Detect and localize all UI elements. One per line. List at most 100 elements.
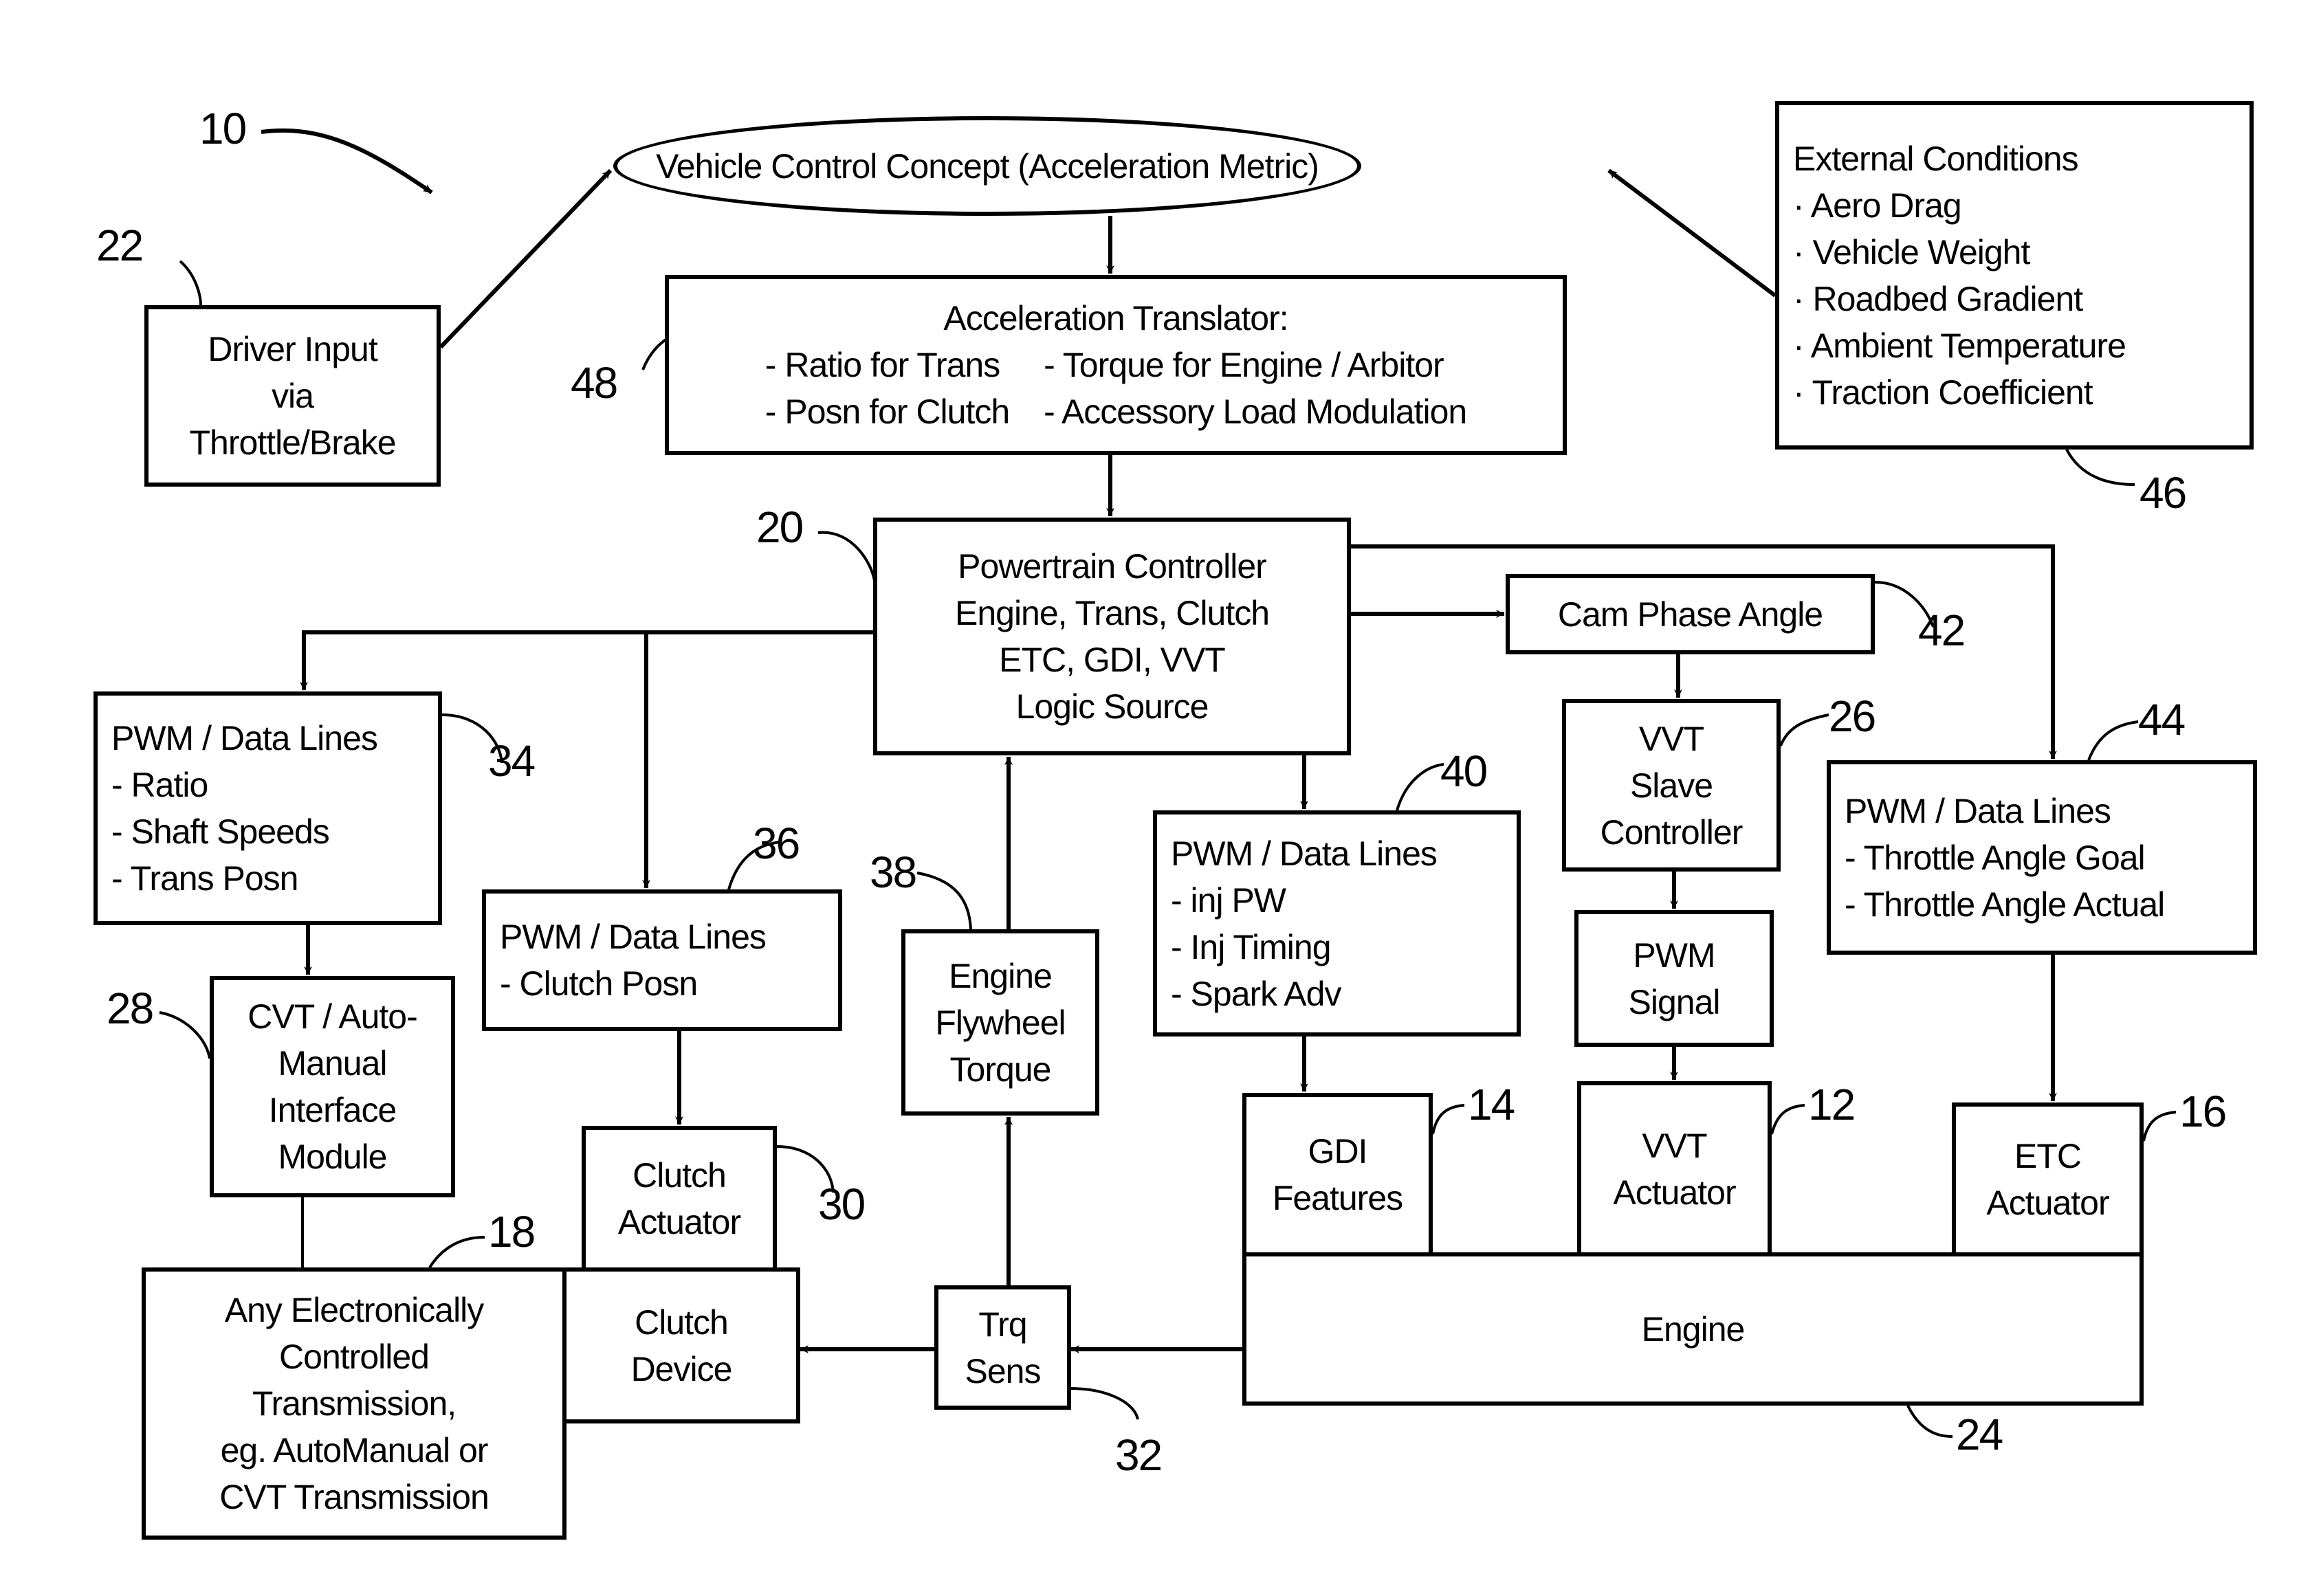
node-text-line: - Throttle Angle Actual [1845, 885, 2165, 924]
cvt-interface-module-node[interactable]: CVT / Auto- Manual Interface Module [210, 976, 455, 1197]
driver-input-node[interactable]: Driver Input via Throttle/Brake [144, 305, 441, 487]
ref-figure-10: 10 [199, 104, 247, 153]
node-text-line: Signal [1628, 982, 1721, 1021]
node-text-line: Manual [278, 1044, 388, 1083]
ref-34: 34 [488, 736, 536, 786]
node-text-line: GDI [1308, 1132, 1368, 1171]
node-text-line: VVT [1642, 1126, 1707, 1165]
node-text-line: via [272, 377, 314, 415]
node-text-line: · Ambient Temperature [1793, 326, 2126, 365]
node-text-line: ETC [2014, 1137, 2082, 1175]
node-text-line: Clutch [632, 1156, 727, 1195]
ref-40: 40 [1440, 746, 1488, 796]
node-text-line: Trq [978, 1305, 1027, 1344]
node-text-line: - Throttle Angle Goal [1845, 838, 2146, 877]
node-text-line: Slave [1629, 766, 1713, 805]
pwm-trans-data-lines-node[interactable]: PWM / Data Lines - Ratio - Shaft Speeds … [94, 691, 442, 925]
node-text-line: Device [630, 1349, 733, 1388]
node-text-line: Engine [1641, 1309, 1746, 1349]
node-text-line: Throttle/Brake [189, 423, 396, 462]
node-text-line: PWM / Data Lines [500, 918, 767, 956]
vehicle-control-concept-node[interactable]: Vehicle Control Concept (Acceleration Me… [613, 116, 1361, 216]
node-text-line: · Roadbed Gradient [1793, 279, 2083, 318]
ref-38: 38 [870, 847, 917, 897]
engine-flywheel-torque-node[interactable]: Engine Flywheel Torque [901, 929, 1099, 1116]
leader-26 [1779, 713, 1829, 746]
ref-44: 44 [2138, 695, 2186, 744]
etc-actuator-node[interactable]: ETC Actuator [1952, 1102, 2144, 1256]
node-text-line: - Shaft Speeds [111, 812, 330, 851]
ref-30: 30 [818, 1179, 866, 1229]
leader-24 [1906, 1405, 1953, 1438]
clutch-device-node[interactable]: Clutch Device [562, 1267, 800, 1423]
node-text-line: - Torque for Engine / Arbitor [1044, 346, 1444, 384]
acceleration-translator-node[interactable]: Acceleration Translator: - Ratio for Tra… [665, 275, 1567, 455]
node-text-line: Features [1272, 1179, 1403, 1217]
node-text-line: Any Electronically [224, 1291, 485, 1329]
leader-20 [817, 531, 876, 581]
leader-40 [1396, 763, 1444, 811]
leader-12 [1770, 1104, 1805, 1135]
ref-14: 14 [1468, 1080, 1515, 1129]
node-text-line: Actuator [1986, 1184, 2109, 1222]
external-conditions-node[interactable]: External Conditions · Aero Drag · Vehicl… [1775, 101, 2254, 450]
ref-24: 24 [1956, 1410, 2003, 1459]
node-text-line: Interface [268, 1091, 397, 1129]
node-text-line: - Spark Adv [1171, 974, 1341, 1013]
leader-46 [2065, 449, 2135, 486]
node-text-line: Logic Source [1015, 687, 1209, 726]
vvt-slave-controller-node[interactable]: VVT Slave Controller [1562, 699, 1781, 872]
leader-16 [2142, 1111, 2177, 1142]
engine-node[interactable]: Engine [1242, 1252, 2144, 1406]
node-text-line: Transmission, [252, 1384, 456, 1423]
node-text-line: Flywheel [935, 1003, 1066, 1042]
node-text-line: · Traction Coefficient [1793, 373, 2093, 412]
pwm-injection-data-lines-node[interactable]: PWM / Data Lines - inj PW - Inj Timing -… [1153, 810, 1521, 1037]
node-text-line: Torque [949, 1050, 1052, 1089]
ref-18: 18 [488, 1207, 536, 1256]
leader-22 [179, 260, 202, 306]
leader-18 [428, 1236, 485, 1269]
pwm-clutch-data-lines-node[interactable]: PWM / Data Lines - Clutch Posn [482, 889, 842, 1031]
gdi-features-node[interactable]: GDI Features [1242, 1093, 1433, 1256]
ref-12: 12 [1808, 1080, 1856, 1129]
node-text-line: Actuator [617, 1203, 741, 1241]
ref-22: 22 [96, 221, 144, 270]
ref-26: 26 [1829, 691, 1876, 741]
node-title: Acceleration Translator: [943, 299, 1288, 337]
node-text-line: - Posn for Clutch [764, 392, 1010, 431]
leader-44 [2087, 720, 2139, 761]
node-text-line: - Trans Posn [111, 859, 298, 898]
ref-16: 16 [2179, 1087, 2227, 1136]
ref-48: 48 [571, 358, 618, 408]
vehicle-control-concept-label: Vehicle Control Concept (Acceleration Me… [656, 146, 1319, 186]
node-text-line: PWM [1633, 935, 1715, 975]
node-text-line: CVT / Auto- [248, 997, 418, 1036]
node-text-line: Controller [1600, 812, 1744, 852]
pwm-signal-node[interactable]: PWM Signal [1574, 910, 1774, 1047]
cam-phase-angle-node[interactable]: Cam Phase Angle [1506, 574, 1875, 654]
ref-20: 20 [756, 502, 804, 552]
node-text-line: Module [278, 1138, 388, 1176]
node-text-line: Clutch [635, 1303, 729, 1342]
clutch-actuator-node[interactable]: Clutch Actuator [582, 1126, 777, 1272]
node-text-line: PWM / Data Lines [1845, 791, 2111, 830]
pwm-throttle-data-lines-node[interactable]: PWM / Data Lines - Throttle Angle Goal -… [1827, 760, 2257, 955]
node-text-line: PWM / Data Lines [111, 719, 378, 757]
node-text-line: VVT [1638, 719, 1704, 758]
vvt-actuator-node[interactable]: VVT Actuator [1577, 1081, 1772, 1256]
node-text-line: eg. AutoManual or [220, 1431, 489, 1470]
node-text-line: - inj PW [1171, 880, 1286, 920]
bus-powertrain-left [300, 630, 873, 690]
node-text-line: Powertrain Controller [958, 547, 1267, 586]
node-text-line: PWM / Data Lines [1171, 834, 1438, 873]
powertrain-controller-node[interactable]: Powertrain Controller Engine, Trans, Clu… [873, 518, 1351, 755]
node-text-line: Controlled [279, 1338, 430, 1376]
node-text-line: - Accessory Load Modulation [1044, 392, 1467, 431]
transmission-node[interactable]: Any Electronically Controlled Transmissi… [142, 1267, 566, 1540]
node-text-line: - Ratio for Trans [764, 346, 1000, 384]
node-text-line: Actuator [1613, 1173, 1736, 1212]
torque-sensor-node[interactable]: Trq Sens [934, 1285, 1071, 1410]
node-text-line: ETC, GDI, VVT [999, 641, 1226, 679]
node-text-line: Engine [949, 956, 1053, 995]
